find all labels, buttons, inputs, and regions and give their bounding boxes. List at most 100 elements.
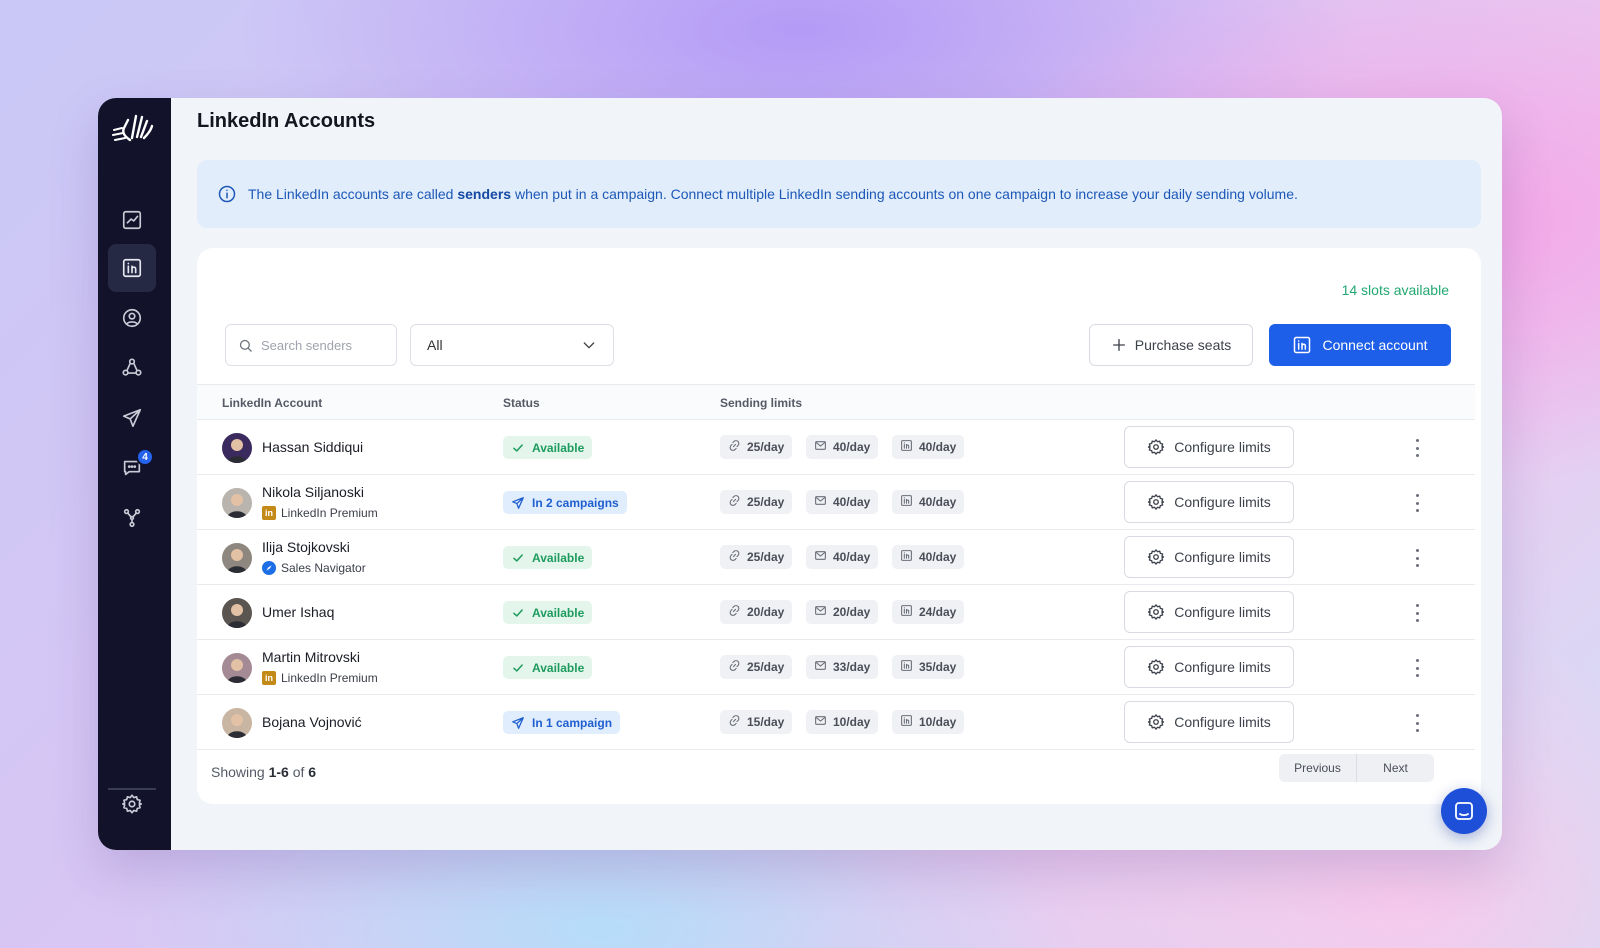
- configure-limits-button[interactable]: Configure limits: [1124, 701, 1294, 743]
- inmail-limit: 10/day: [892, 710, 965, 734]
- message-limit: 40/day: [806, 545, 879, 569]
- link-icon: [728, 549, 741, 565]
- row-menu-icon[interactable]: [1409, 657, 1425, 679]
- slots-available: 14 slots available: [1341, 282, 1449, 298]
- sidebar-item-network[interactable]: [108, 344, 156, 392]
- configure-limits-button[interactable]: Configure limits: [1124, 536, 1294, 578]
- purchase-seats-button[interactable]: Purchase seats: [1089, 324, 1253, 366]
- sidebar-item-analytics[interactable]: [108, 196, 156, 244]
- status-badge: Available: [503, 436, 593, 459]
- header-status: Status: [503, 396, 540, 410]
- link-icon: [728, 659, 741, 675]
- sidebar-item-contacts[interactable]: [108, 294, 156, 342]
- info-text: The LinkedIn accounts are called senders…: [248, 186, 1298, 202]
- send-icon: [122, 408, 142, 428]
- status-badge: In 2 campaigns: [503, 491, 627, 514]
- gear-icon: [1148, 439, 1165, 455]
- table-row[interactable]: Nikola Siljanoski in LinkedIn Premium In 2 …: [197, 475, 1475, 530]
- chat-widget-icon: [1455, 802, 1473, 820]
- status-badge: Available: [503, 546, 593, 569]
- linkedin-icon: [122, 258, 142, 278]
- sidebar-item-campaigns[interactable]: [108, 394, 156, 442]
- table-header: LinkedIn Account Status Sending limits: [197, 384, 1475, 420]
- pagination: Previous Next: [1279, 754, 1434, 782]
- search-box[interactable]: [225, 324, 397, 366]
- gear-icon: [1148, 659, 1165, 675]
- mail-icon: [814, 549, 827, 565]
- table-row[interactable]: Bojana Vojnović In 1 campaign 15/day 10/day…: [197, 695, 1475, 750]
- next-page-button[interactable]: Next: [1357, 754, 1434, 782]
- message-limit: 40/day: [806, 435, 879, 459]
- info-icon: [218, 185, 236, 203]
- configure-limits-button[interactable]: Configure limits: [1124, 481, 1294, 523]
- header-account: LinkedIn Account: [222, 396, 323, 410]
- table-row[interactable]: Ilija Stojkovski Sales Navigator Available…: [197, 530, 1475, 585]
- configure-limits-button[interactable]: Configure limits: [1124, 426, 1294, 468]
- account-name: Martin Mitrovski: [262, 649, 361, 665]
- configure-limits-button[interactable]: Configure limits: [1124, 646, 1294, 688]
- row-menu-icon[interactable]: [1409, 437, 1425, 459]
- configure-limits-button[interactable]: Configure limits: [1124, 591, 1294, 633]
- inmail-limit: 35/day: [892, 655, 965, 679]
- sidebar: 4: [98, 98, 171, 850]
- page-title: LinkedIn Accounts: [197, 110, 376, 132]
- row-menu-icon[interactable]: [1409, 712, 1425, 734]
- mail-icon: [814, 659, 827, 675]
- main-content: LinkedIn Accounts The LinkedIn accounts …: [171, 98, 1502, 850]
- row-menu-icon[interactable]: [1409, 602, 1425, 624]
- check-icon: [513, 608, 523, 617]
- linkedin-icon: [900, 549, 913, 565]
- avatar: [222, 708, 252, 738]
- gear-icon: [1148, 604, 1165, 620]
- row-menu-icon[interactable]: [1409, 547, 1425, 569]
- table-row[interactable]: Hassan Siddiqui Available 25/day 40/day 40/d…: [197, 420, 1475, 475]
- table-row[interactable]: Martin Mitrovski in LinkedIn Premium Availa…: [197, 640, 1475, 695]
- message-limit: 33/day: [806, 655, 879, 679]
- sidebar-item-linkedin-accounts[interactable]: [108, 244, 156, 292]
- message-limit: 40/day: [806, 490, 879, 514]
- link-icon: [728, 604, 741, 620]
- connection-limit: 25/day: [720, 490, 793, 514]
- inmail-limit: 40/day: [892, 435, 965, 459]
- previous-page-button[interactable]: Previous: [1279, 754, 1357, 782]
- account-name: Hassan Siddiqui: [262, 439, 364, 455]
- send-icon: [512, 716, 524, 729]
- message-limit: 10/day: [806, 710, 879, 734]
- inmail-limit: 24/day: [892, 600, 965, 624]
- mail-icon: [814, 604, 827, 620]
- connection-limit: 25/day: [720, 655, 793, 679]
- send-icon: [512, 496, 524, 509]
- search-icon: [239, 339, 252, 352]
- support-chat-button[interactable]: [1441, 788, 1487, 834]
- connection-limit: 25/day: [720, 435, 793, 459]
- account-name: Ilija Stojkovski: [262, 539, 350, 555]
- sidebar-item-integrations[interactable]: [108, 494, 156, 542]
- sidebar-item-messages[interactable]: 4: [108, 444, 156, 492]
- plus-icon: [1112, 339, 1125, 351]
- sidebar-item-settings[interactable]: [108, 780, 156, 828]
- mail-icon: [814, 494, 827, 510]
- connect-account-button[interactable]: Connect account: [1269, 324, 1451, 366]
- check-icon: [513, 553, 523, 562]
- account-plan: Sales Navigator: [262, 561, 366, 575]
- connection-limit: 15/day: [720, 710, 793, 734]
- info-banner: The LinkedIn accounts are called senders…: [197, 160, 1481, 228]
- user-circle-icon: [122, 308, 142, 328]
- gear-icon: [1148, 494, 1165, 510]
- waving-hand-logo-icon[interactable]: [110, 110, 158, 146]
- status-filter-select[interactable]: All: [410, 324, 614, 366]
- account-plan: in LinkedIn Premium: [262, 671, 378, 685]
- account-name: Nikola Siljanoski: [262, 484, 364, 500]
- hub-icon: [123, 508, 141, 528]
- linkedin-icon: [900, 714, 913, 730]
- row-menu-icon[interactable]: [1409, 492, 1425, 514]
- table-row[interactable]: Umer Ishaq Available 20/day 20/day 24/day Con…: [197, 585, 1475, 640]
- search-input[interactable]: [261, 337, 381, 353]
- pagination-summary: Showing 1-6 of 6: [211, 764, 317, 780]
- avatar: [222, 543, 252, 573]
- account-plan: in LinkedIn Premium: [262, 506, 378, 520]
- filter-value: All: [427, 337, 443, 353]
- connection-limit: 20/day: [720, 600, 793, 624]
- link-icon: [728, 714, 741, 730]
- status-badge: Available: [503, 601, 593, 624]
